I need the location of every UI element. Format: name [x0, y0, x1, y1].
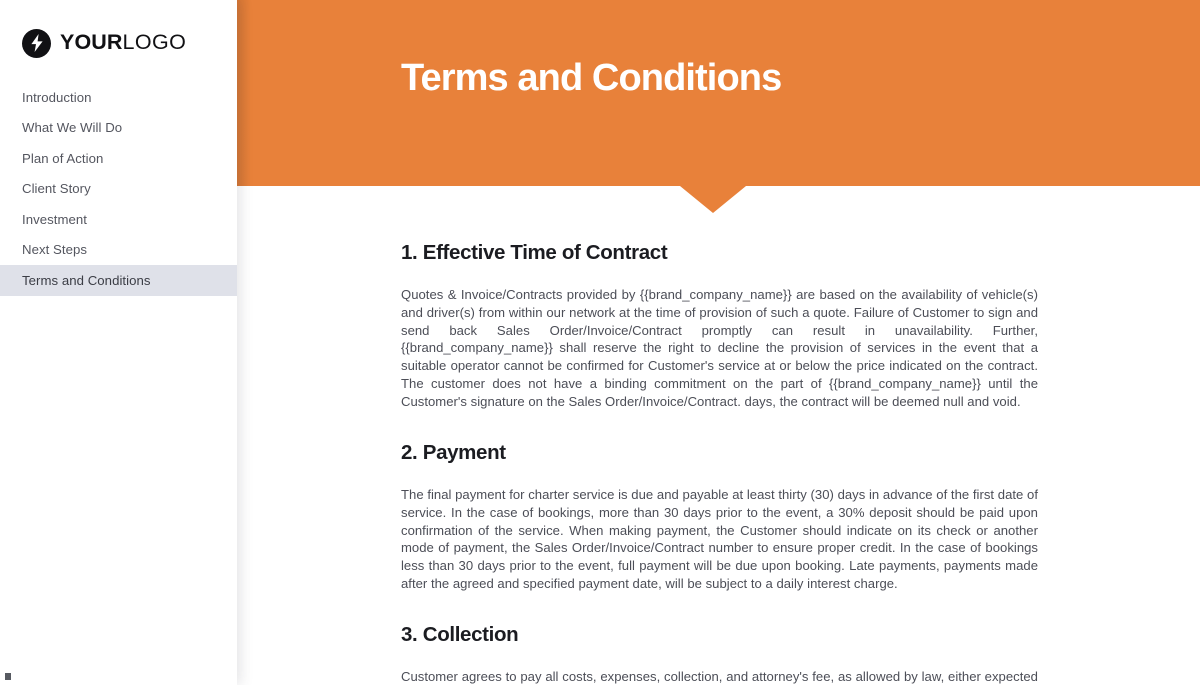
sidebar-item-next-steps[interactable]: Next Steps: [0, 235, 237, 266]
section-heading-payment: 2. Payment: [401, 441, 506, 464]
section-heading-effective-time-of-contract: 1. Effective Time of Contract: [401, 241, 668, 264]
sidebar: YOURLOGO Introduction What We Will Do Pl…: [0, 0, 237, 685]
hero-edge-shadow: [237, 0, 251, 186]
page-title: Terms and Conditions: [401, 57, 782, 99]
sidebar-item-plan-of-action[interactable]: Plan of Action: [0, 143, 237, 174]
sidebar-item-label: Introduction: [22, 89, 92, 105]
brand-logo[interactable]: YOURLOGO: [22, 28, 186, 58]
logo-wordmark-bold: YOUR: [60, 30, 123, 55]
sidebar-item-label: Client Story: [22, 181, 91, 197]
page-corner-marker: [5, 673, 11, 680]
section-heading-collection: 3. Collection: [401, 623, 519, 646]
sidebar-item-label: Next Steps: [22, 242, 88, 258]
sidebar-nav: Introduction What We Will Do Plan of Act…: [0, 82, 237, 296]
main-content: Terms and Conditions 1. Effective Time o…: [237, 0, 1200, 685]
lightning-bolt-icon: [22, 28, 51, 58]
sidebar-item-introduction[interactable]: Introduction: [0, 82, 237, 113]
logo-wordmark-light: LOGO: [122, 30, 187, 55]
section-body-collection: Customer agrees to pay all costs, expens…: [401, 669, 1038, 684]
logo-wordmark: YOURLOGO: [60, 32, 186, 54]
section-body-payment: The final payment for charter service is…: [401, 487, 1038, 591]
sidebar-item-client-story[interactable]: Client Story: [0, 174, 237, 205]
sidebar-item-label: Investment: [22, 211, 88, 227]
sidebar-item-label: Plan of Action: [22, 150, 104, 166]
hero-arrow-notch: [680, 186, 746, 213]
sidebar-item-investment[interactable]: Investment: [0, 204, 237, 235]
page-hero-banner: Terms and Conditions: [237, 0, 1200, 186]
section-body-effective-time-of-contract: Quotes & Invoice/Contracts provided by {…: [401, 287, 1038, 409]
sidebar-item-label: What We Will Do: [22, 120, 123, 136]
sidebar-item-label: Terms and Conditions: [22, 273, 151, 288]
sidebar-item-terms-and-conditions[interactable]: Terms and Conditions: [0, 265, 237, 296]
sidebar-item-what-we-will-do[interactable]: What We Will Do: [0, 113, 237, 144]
